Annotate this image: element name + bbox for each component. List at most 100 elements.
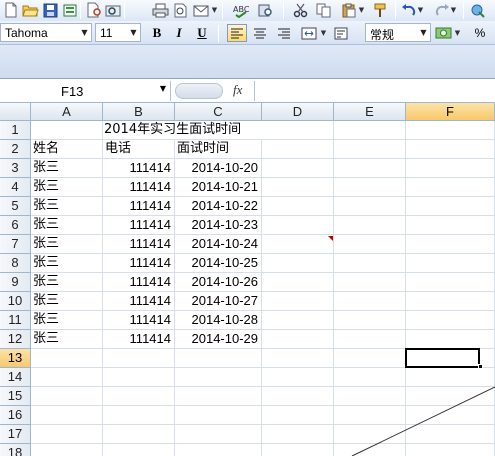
row-header-3[interactable]: 3 [0, 159, 31, 178]
cell[interactable] [334, 197, 406, 216]
merge-dropdown-arrow[interactable]: ▼ [320, 24, 327, 42]
percent-style-button[interactable]: % [470, 24, 490, 42]
cell[interactable] [262, 368, 334, 387]
font-size-combo[interactable]: 11 ▼ [95, 23, 141, 42]
cell[interactable] [334, 425, 406, 444]
cell[interactable] [31, 349, 103, 368]
cell[interactable] [31, 121, 103, 140]
paste-dropdown-arrow[interactable]: ▼ [358, 1, 365, 19]
row-header-1[interactable]: 1 [0, 121, 31, 140]
cell[interactable] [406, 406, 495, 425]
cell[interactable] [406, 140, 495, 159]
cell[interactable] [406, 254, 495, 273]
row-header-6[interactable]: 6 [0, 216, 31, 235]
cell[interactable] [175, 387, 262, 406]
cell[interactable] [103, 368, 175, 387]
currency-dropdown-arrow[interactable]: ▼ [454, 24, 461, 42]
permission-icon[interactable] [61, 1, 79, 19]
align-left-button[interactable] [227, 24, 247, 42]
format-painter-icon[interactable] [372, 1, 390, 19]
row-header-16[interactable]: 16 [0, 406, 31, 425]
cell[interactable] [262, 178, 334, 197]
underline-button[interactable]: U [192, 24, 212, 42]
align-right-button[interactable] [275, 24, 293, 42]
column-header-c[interactable]: C [175, 103, 262, 121]
cell[interactable] [262, 444, 334, 456]
cell[interactable] [262, 330, 334, 349]
column-header-d[interactable]: D [262, 103, 334, 121]
cell[interactable] [103, 444, 175, 456]
row-header-8[interactable]: 8 [0, 254, 31, 273]
cell[interactable] [334, 311, 406, 330]
cell[interactable] [406, 159, 495, 178]
fill-handle[interactable] [478, 364, 483, 369]
cell[interactable] [334, 235, 406, 254]
column-header-e[interactable]: E [334, 103, 406, 121]
comment-indicator[interactable] [328, 236, 333, 241]
paste-icon[interactable] [340, 1, 358, 19]
cell[interactable] [334, 178, 406, 197]
cell[interactable] [31, 406, 103, 425]
undo-icon[interactable] [400, 1, 418, 19]
cell[interactable] [262, 235, 334, 254]
currency-format-button[interactable] [435, 24, 453, 42]
cell[interactable] [334, 330, 406, 349]
column-header-f[interactable]: F [406, 103, 495, 121]
cell[interactable] [334, 254, 406, 273]
cell[interactable] [334, 349, 406, 368]
cell[interactable] [406, 273, 495, 292]
row-header-7[interactable]: 7 [0, 235, 31, 254]
copy-icon[interactable] [315, 1, 333, 19]
cell[interactable] [334, 273, 406, 292]
research-icon[interactable] [104, 1, 122, 19]
undo-dropdown-arrow[interactable]: ▼ [417, 1, 424, 19]
row-header-18[interactable]: 18 [0, 444, 31, 456]
merge-center-button[interactable] [300, 24, 318, 42]
font-name-combo[interactable]: Tahoma ▼ [0, 23, 92, 42]
cell[interactable] [175, 349, 262, 368]
cell[interactable] [406, 216, 495, 235]
cell[interactable] [103, 387, 175, 406]
chevron-down-icon[interactable]: ▼ [127, 24, 140, 41]
cell[interactable] [262, 406, 334, 425]
row-header-11[interactable]: 11 [0, 311, 31, 330]
cell[interactable] [262, 349, 334, 368]
column-header-a[interactable]: A [31, 103, 103, 121]
cell[interactable] [334, 387, 406, 406]
cell[interactable] [406, 425, 495, 444]
italic-button[interactable]: I [169, 24, 189, 42]
redo-dropdown-arrow[interactable]: ▼ [450, 1, 457, 19]
dropdown-arrow[interactable]: ▼ [211, 1, 218, 19]
cell[interactable] [334, 292, 406, 311]
cell[interactable] [406, 235, 495, 254]
row-header-15[interactable]: 15 [0, 387, 31, 406]
email-icon[interactable] [192, 1, 210, 19]
row-header-14[interactable]: 14 [0, 368, 31, 387]
cell[interactable] [31, 387, 103, 406]
cell[interactable] [31, 425, 103, 444]
cell[interactable] [262, 121, 334, 140]
cell[interactable] [406, 330, 495, 349]
cell[interactable] [31, 368, 103, 387]
chevron-down-icon[interactable]: ▼ [417, 24, 430, 41]
cell[interactable] [103, 406, 175, 425]
number-format-combo[interactable]: 常规 ▼ [365, 23, 431, 42]
row-header-4[interactable]: 4 [0, 178, 31, 197]
row-header-2[interactable]: 2 [0, 140, 31, 159]
cell[interactable] [334, 140, 406, 159]
cell[interactable] [175, 444, 262, 456]
open-folder-icon[interactable] [21, 1, 39, 19]
cell[interactable] [103, 349, 175, 368]
cell[interactable] [406, 197, 495, 216]
chevron-down-icon[interactable]: ▼ [160, 84, 166, 93]
cell[interactable] [406, 368, 495, 387]
cell[interactable] [175, 368, 262, 387]
cell[interactable] [262, 292, 334, 311]
cell[interactable] [334, 444, 406, 456]
insert-function-button[interactable]: fx [233, 82, 242, 98]
cell[interactable] [334, 216, 406, 235]
cell[interactable] [334, 368, 406, 387]
row-header-10[interactable]: 10 [0, 292, 31, 311]
cell[interactable] [406, 121, 495, 140]
hyperlink-icon[interactable] [470, 1, 488, 19]
